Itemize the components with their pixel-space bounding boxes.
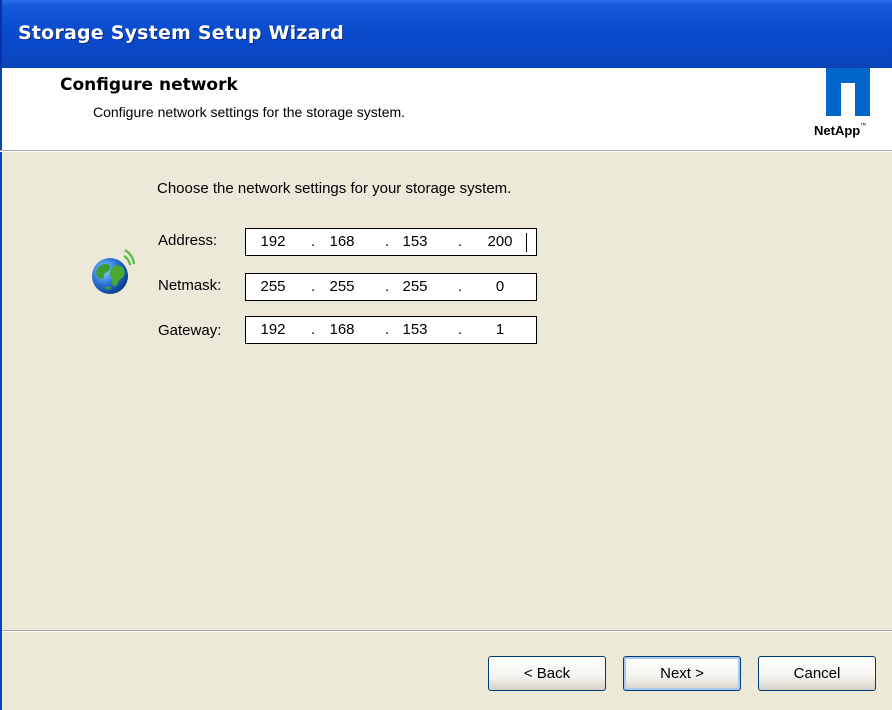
octet-separator: . <box>458 278 463 295</box>
footer-divider <box>2 630 892 632</box>
cancel-button[interactable]: Cancel <box>758 656 876 691</box>
octet-separator: . <box>311 278 316 295</box>
gateway-octet-3[interactable]: 153 <box>390 321 440 338</box>
netmask-octet-3[interactable]: 255 <box>390 278 440 295</box>
address-ip-input[interactable]: 192 . 168 . 153 . 200 <box>245 228 537 256</box>
address-octet-1[interactable]: 192 <box>248 233 298 250</box>
title-bar[interactable]: Storage System Setup Wizard <box>0 0 892 68</box>
octet-separator: . <box>385 321 390 338</box>
next-button[interactable]: Next > <box>623 656 741 691</box>
wizard-window: Storage System Setup Wizard Configure ne… <box>0 0 892 710</box>
address-octet-4[interactable]: 200 <box>475 233 525 250</box>
address-octet-2[interactable]: 168 <box>317 233 367 250</box>
header-divider <box>0 150 892 152</box>
netapp-logo: NetApp™ <box>806 68 878 142</box>
page-subtitle: Configure network settings for the stora… <box>93 104 406 120</box>
netmask-octet-2[interactable]: 255 <box>317 278 367 295</box>
octet-separator: . <box>311 233 316 250</box>
octet-separator: . <box>385 278 390 295</box>
gateway-octet-2[interactable]: 168 <box>317 321 367 338</box>
address-label: Address: <box>158 232 218 249</box>
page-title: Configure network <box>60 75 238 95</box>
instructions-text: Choose the network settings for your sto… <box>157 180 512 197</box>
window-title: Storage System Setup Wizard <box>18 22 344 44</box>
logo-trademark: ™ <box>860 123 867 129</box>
wizard-header: Configure network Configure network sett… <box>0 68 892 150</box>
netmask-octet-4[interactable]: 0 <box>475 278 525 295</box>
octet-separator: . <box>311 321 316 338</box>
gateway-label: Gateway: <box>158 322 222 339</box>
address-octet-3[interactable]: 153 <box>390 233 440 250</box>
gateway-ip-input[interactable]: 192 . 168 . 153 . 1 <box>245 316 537 344</box>
text-caret <box>526 233 527 252</box>
gateway-octet-1[interactable]: 192 <box>248 321 298 338</box>
octet-separator: . <box>458 321 463 338</box>
back-button[interactable]: < Back <box>488 656 606 691</box>
network-globe-icon <box>92 249 136 294</box>
logo-text: NetApp <box>814 123 861 138</box>
netmask-label: Netmask: <box>158 277 222 294</box>
netmask-octet-1[interactable]: 255 <box>248 278 298 295</box>
octet-separator: . <box>385 233 390 250</box>
netmask-ip-input[interactable]: 255 . 255 . 255 . 0 <box>245 273 537 301</box>
octet-separator: . <box>458 233 463 250</box>
gateway-octet-4[interactable]: 1 <box>475 321 525 338</box>
netapp-logo-icon <box>826 68 870 116</box>
